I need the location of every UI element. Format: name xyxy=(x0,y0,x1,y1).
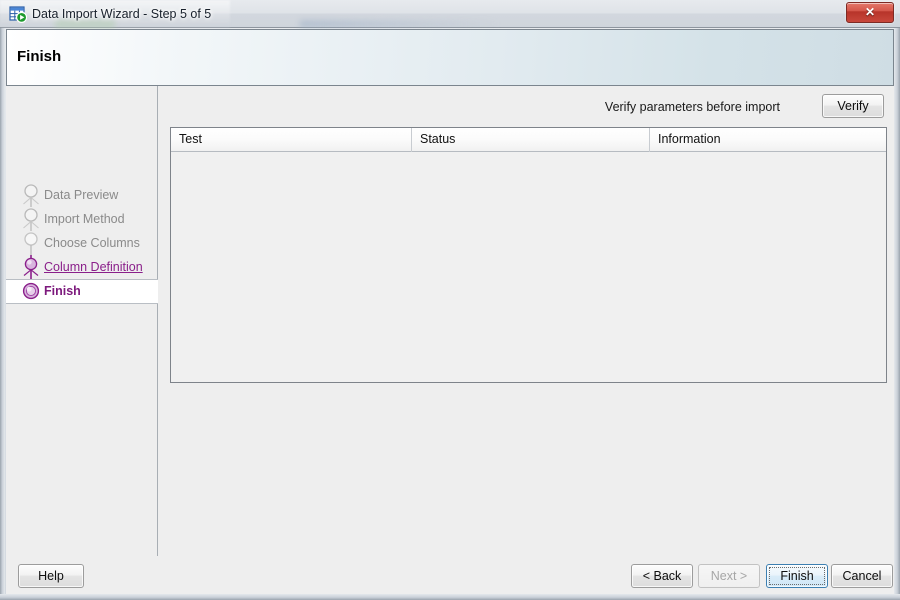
sidebar-item-column-definition[interactable]: Column Definition xyxy=(6,255,158,279)
window-title: Data Import Wizard - Step 5 of 5 xyxy=(32,7,212,21)
table-header-row: Test Status Information xyxy=(171,128,886,152)
cancel-button[interactable]: Cancel xyxy=(831,564,893,588)
wizard-header: Finish xyxy=(6,29,894,86)
wizard-body: Data Preview Import Method Choose Column… xyxy=(6,86,894,594)
finish-button-label: Finish xyxy=(769,567,825,585)
sidebar-item-label: Column Definition xyxy=(44,260,143,274)
finish-button[interactable]: Finish xyxy=(766,564,828,588)
table-body[interactable] xyxy=(171,152,886,382)
help-button[interactable]: Help xyxy=(18,564,84,588)
title-bar: Data Import Wizard - Step 5 of 5 ✕ xyxy=(0,0,900,28)
step-node-inactive-icon xyxy=(18,183,44,207)
sidebar-item-import-method[interactable]: Import Method xyxy=(6,207,158,231)
close-button[interactable]: ✕ xyxy=(846,2,894,23)
verify-parameters-label: Verify parameters before import xyxy=(604,100,780,114)
close-icon: ✕ xyxy=(864,5,876,19)
verification-results-table: Test Status Information xyxy=(170,127,887,383)
sidebar-item-label: Choose Columns xyxy=(44,236,140,250)
column-header-test[interactable]: Test xyxy=(171,128,412,152)
wizard-step-sidebar: Data Preview Import Method Choose Column… xyxy=(6,86,158,556)
next-button: Next > xyxy=(698,564,760,588)
wizard-window: Data Import Wizard - Step 5 of 5 ✕ Finis… xyxy=(0,0,900,600)
step-node-inactive-icon xyxy=(18,231,44,255)
table-import-icon xyxy=(9,5,28,23)
sidebar-item-label: Data Preview xyxy=(44,188,119,202)
verify-button[interactable]: Verify xyxy=(822,94,884,118)
titlebar-glass-blur xyxy=(300,20,500,28)
sidebar-item-label: Import Method xyxy=(44,212,125,226)
window-frame-bottom xyxy=(0,594,900,600)
step-node-inactive-icon xyxy=(18,207,44,231)
page-title: Finish xyxy=(17,48,62,65)
sidebar-item-choose-columns[interactable]: Choose Columns xyxy=(6,231,158,255)
step-node-visited-icon xyxy=(18,255,44,279)
window-frame-right xyxy=(894,28,900,600)
column-header-status[interactable]: Status xyxy=(412,128,650,152)
sidebar-item-data-preview[interactable]: Data Preview xyxy=(6,183,158,207)
sidebar-item-finish[interactable]: Finish xyxy=(6,279,158,303)
sidebar-item-label: Finish xyxy=(44,284,81,298)
step-node-current-icon xyxy=(18,279,44,303)
back-button[interactable]: < Back xyxy=(631,564,693,588)
finish-pane: Verify parameters before import Verify T… xyxy=(158,86,894,594)
column-header-information[interactable]: Information xyxy=(650,128,888,152)
window-frame-left xyxy=(0,28,5,600)
